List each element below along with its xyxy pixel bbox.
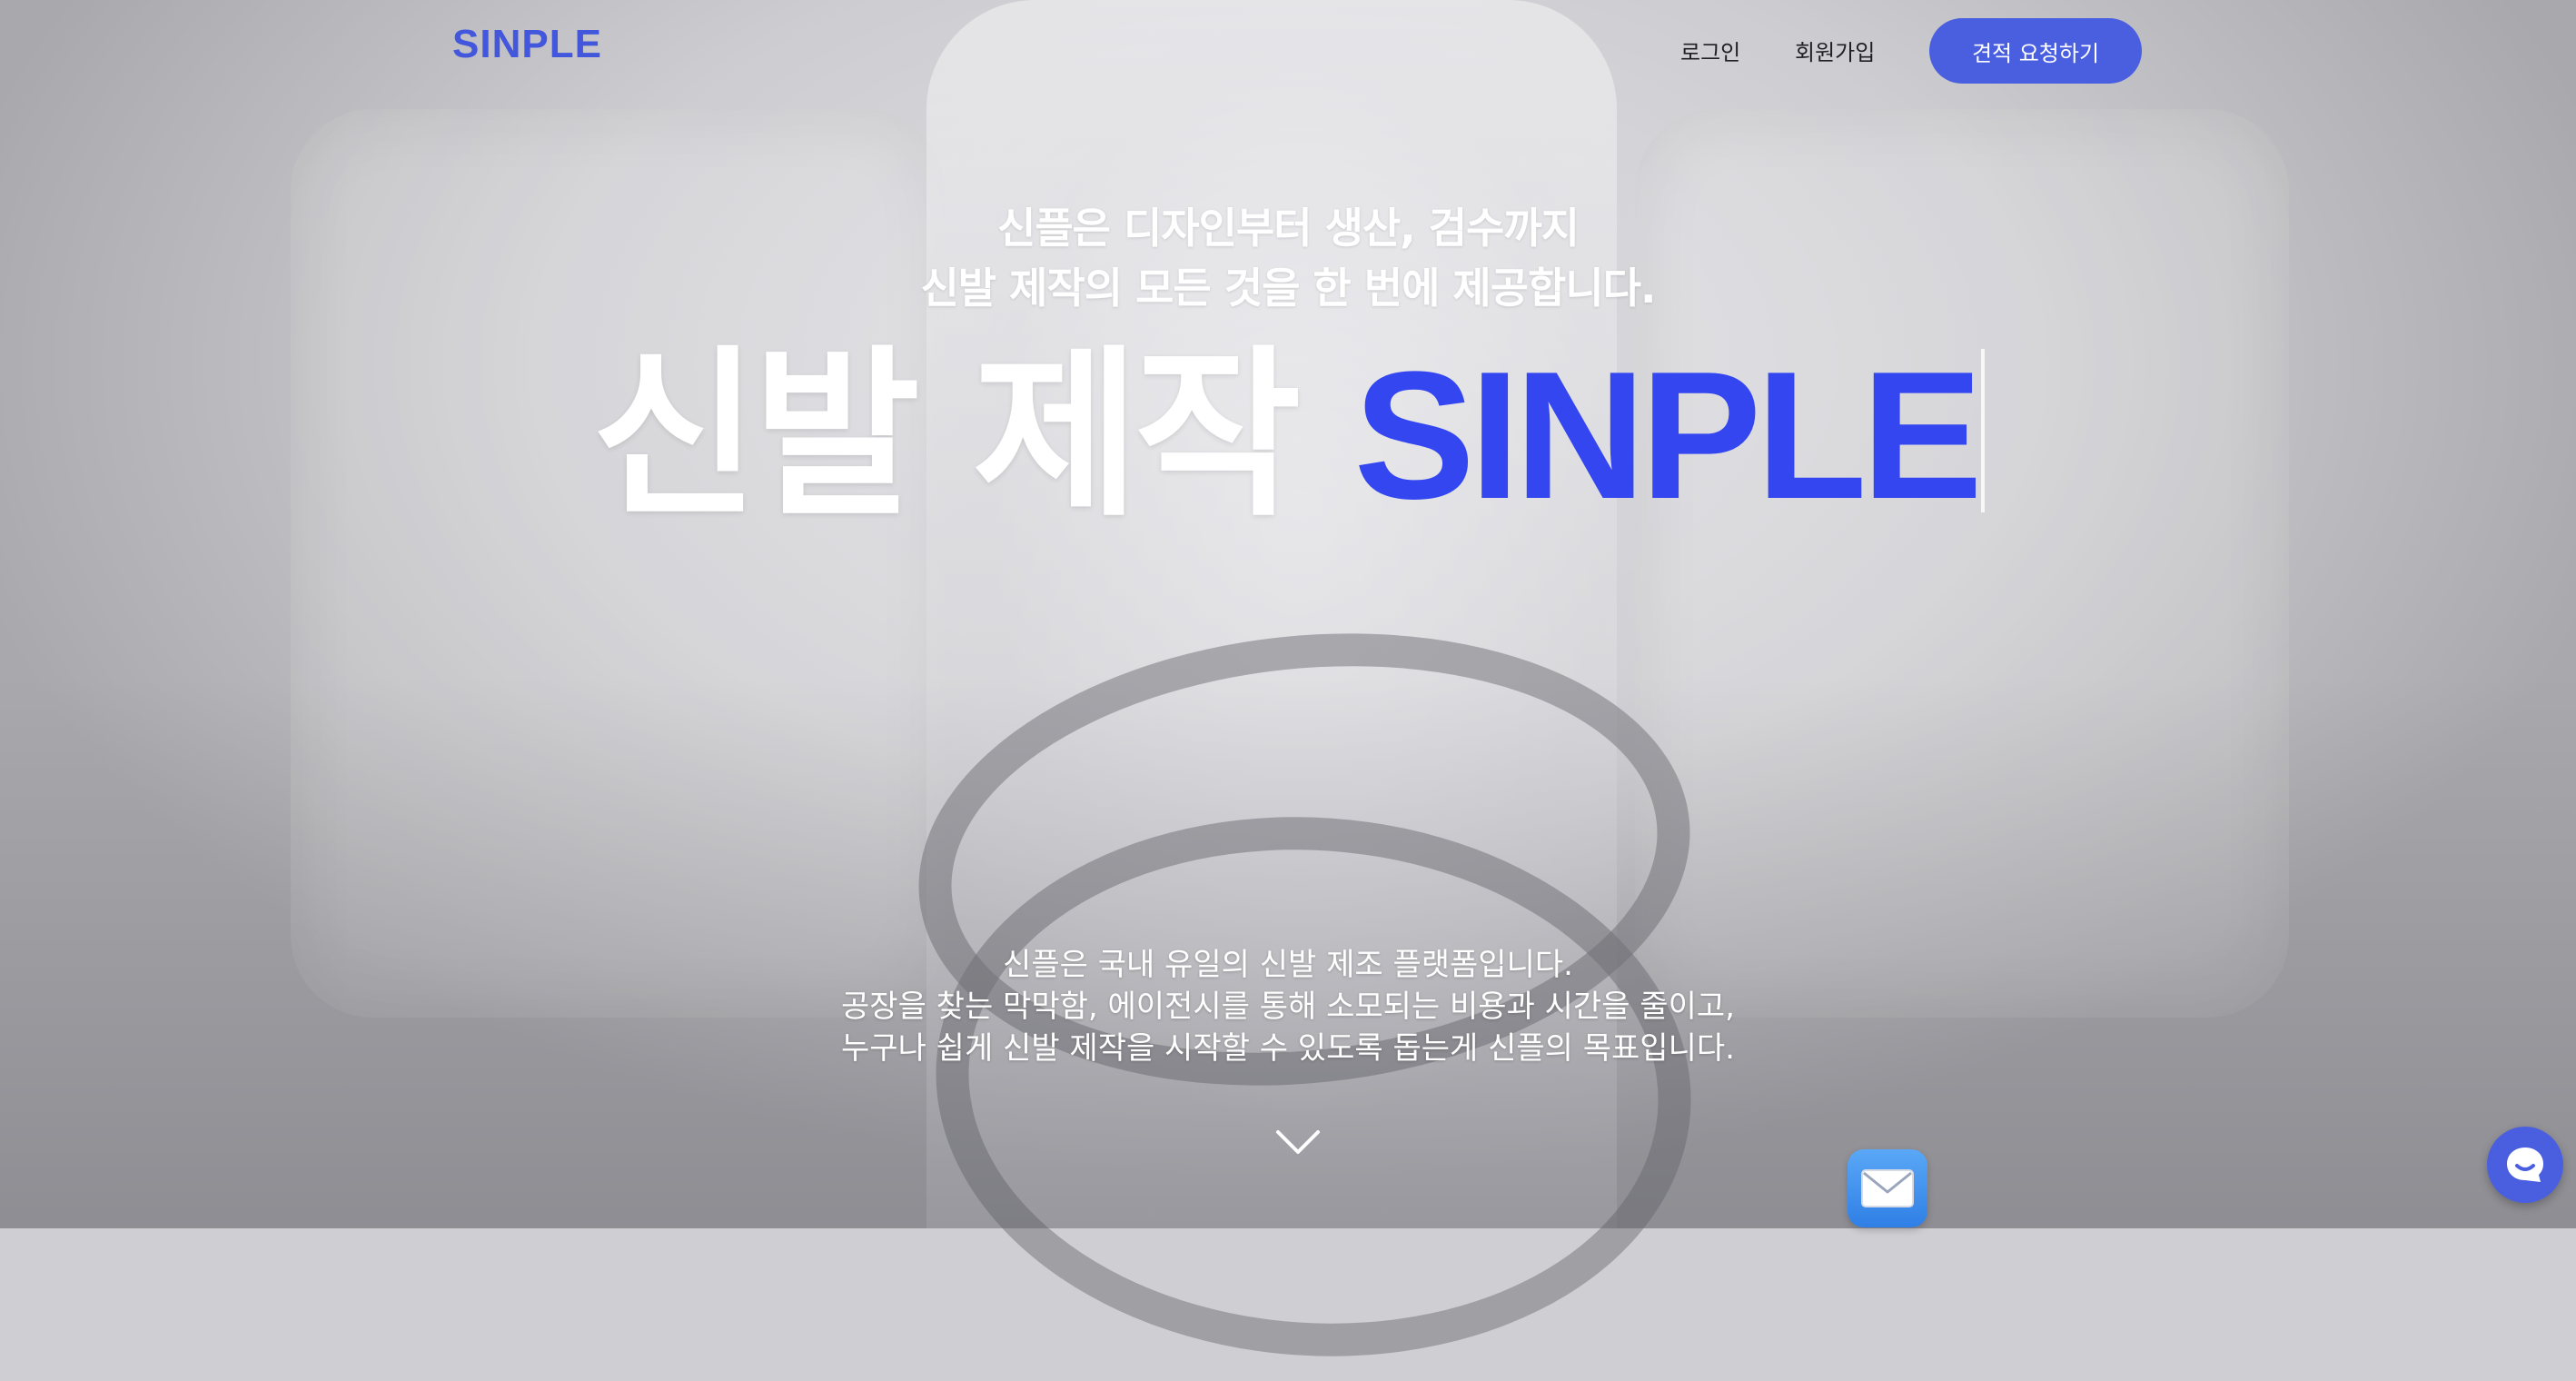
hero-headline: 신발 제작 SINPLE [0,336,2576,536]
headline-brand: SINPLE [1353,334,1982,537]
mail-icon [1861,1169,1914,1207]
hero-description-line: 누구나 쉽게 신발 제작을 시작할 수 있도록 돕는게 신플의 목표입니다. [841,1030,1735,1067]
request-quote-button[interactable]: 견적 요청하기 [1929,18,2142,84]
nav-signup-link[interactable]: 회원가입 [1795,35,1875,66]
headline-korean: 신발 제작 [591,330,1302,541]
hero-subhead-line1: 신플은 디자인부터 생산, 검수까지 [997,204,1580,253]
nav-login-link[interactable]: 로그인 [1680,35,1740,66]
mail-button[interactable] [1848,1149,1927,1227]
typing-caret [1980,349,1985,512]
chat-icon [2507,1148,2543,1182]
hero-subhead-line2: 신발 제작의 모든 것을 한 번에 제공합니다. [920,263,1656,313]
chevron-down-icon[interactable] [1275,1128,1321,1156]
hero-description-line: 공장을 찾는 막막함, 에이전시를 통해 소모되는 비용과 시간을 줄이고, [841,989,1735,1025]
chat-button[interactable] [2487,1127,2563,1203]
site-logo[interactable]: SINPLE [452,22,602,67]
hero-description-line: 신플은 국내 유일의 신발 제조 플랫폼입니다. [1003,947,1573,983]
